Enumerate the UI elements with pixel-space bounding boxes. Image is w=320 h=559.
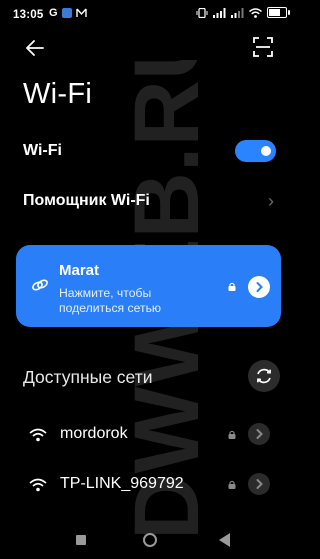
signal-icon [231,7,244,18]
status-time: 13:05 [13,9,44,21]
qr-scan-button[interactable] [252,36,274,58]
chevron-right-icon: › [268,191,274,211]
nav-home-button[interactable] [143,533,157,547]
vibrate-icon [196,7,208,18]
mail-icon [75,8,87,17]
chevron-right-icon [256,479,263,489]
refresh-icon [256,368,272,384]
refresh-button[interactable] [248,360,280,392]
connected-network-details-button[interactable] [248,276,270,298]
back-button[interactable] [23,36,47,60]
chevron-right-icon [256,282,263,292]
wifi-toggle-switch[interactable] [235,140,276,162]
lock-icon [228,480,236,489]
wifi-assistant-item[interactable]: Помощник Wi-Fi [23,192,150,210]
chevron-right-icon [256,429,263,439]
status-bar: 13:05 G [0,0,297,30]
connected-network-name: Marat [59,262,100,279]
wifi-signal-icon [29,478,47,492]
toggle-knob [261,146,271,156]
wifi-icon [249,7,262,18]
signal-icon [213,7,226,18]
share-link-icon [32,279,48,291]
wifi-toggle-label: Wi-Fi [23,142,62,159]
lock-icon [228,430,236,439]
available-networks-heading: Доступные сети [23,367,153,387]
network-details-button[interactable] [248,423,270,445]
status-carrier-glyph: G [49,7,58,19]
network-name: mordorok [60,425,128,442]
app-notification-icon [61,8,72,18]
wifi-signal-icon [29,428,47,442]
status-icons-left: G [49,7,87,19]
network-name: TP-LINK_969792 [60,475,184,492]
status-icons-right [196,7,290,18]
nav-back-button[interactable] [219,533,230,547]
lock-icon [228,282,236,291]
battery-icon [267,7,290,18]
nav-recents-button[interactable] [76,535,86,545]
connected-network-subtitle: Нажмите, чтобы поделиться сетью [59,286,162,315]
network-details-button[interactable] [248,473,270,495]
